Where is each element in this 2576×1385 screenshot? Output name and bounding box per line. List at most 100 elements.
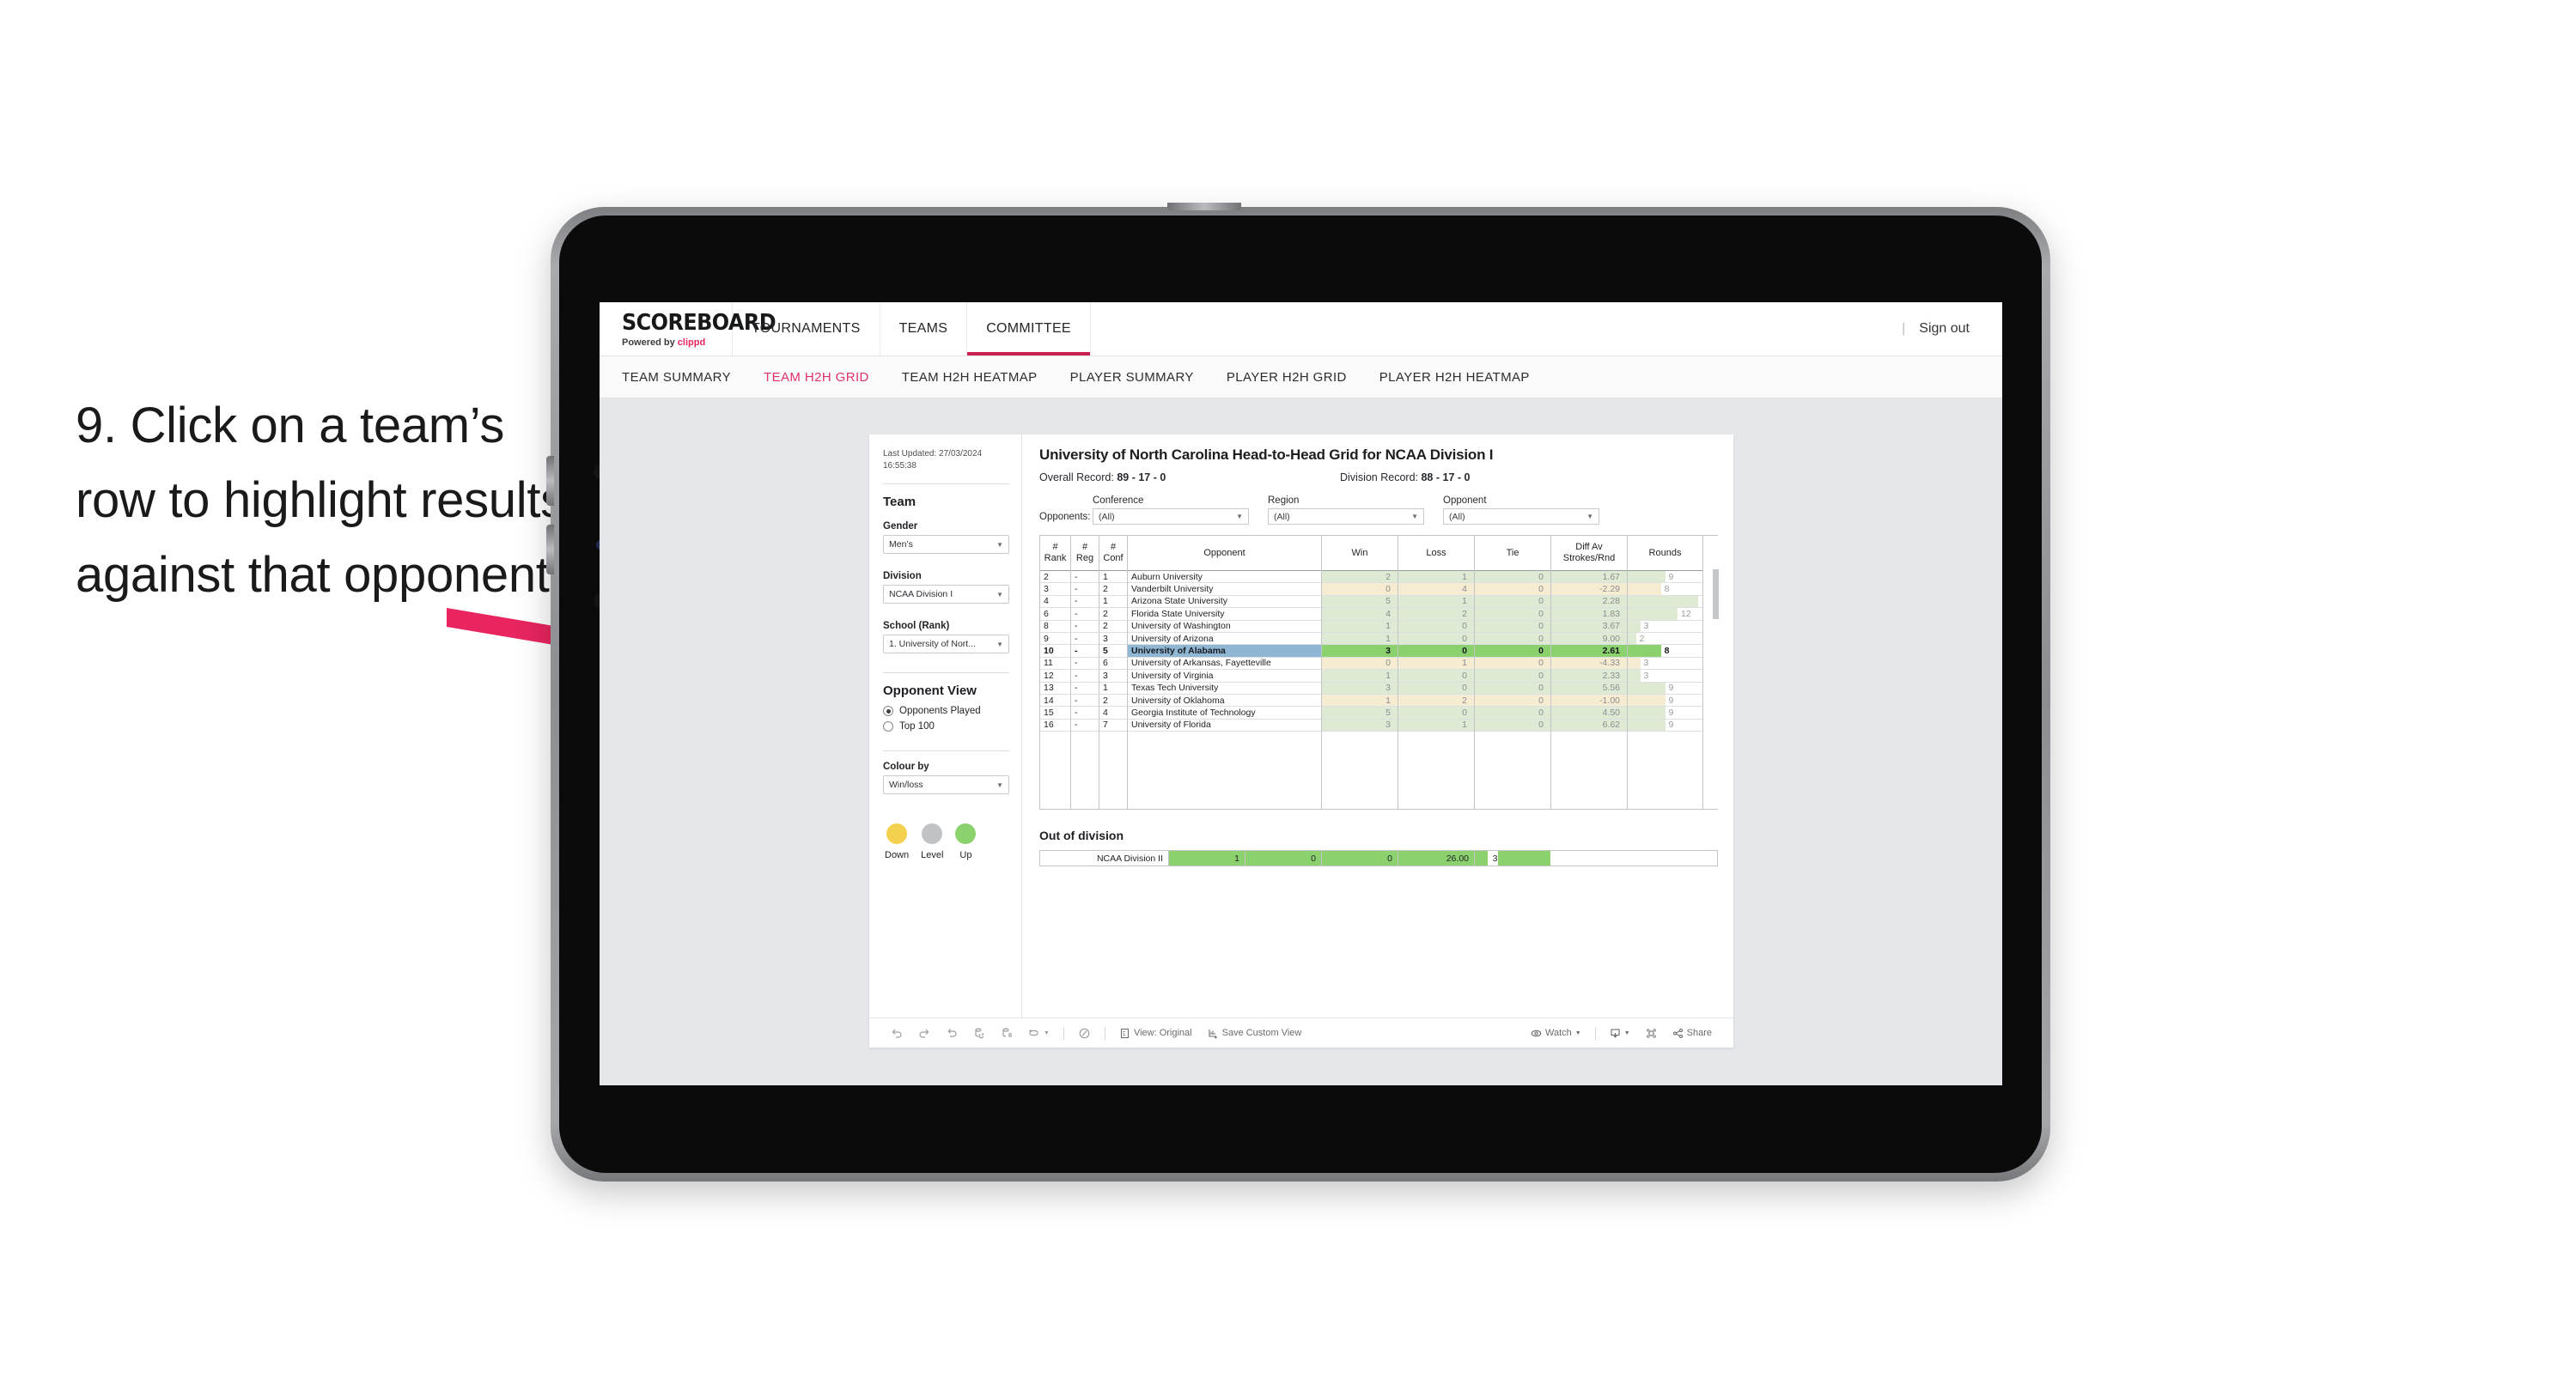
table-cell-tie[interactable]: 0 (1475, 707, 1550, 720)
table-cell-diff[interactable]: 1.67 (1551, 571, 1627, 584)
table-cell-rank[interactable]: 16 (1040, 720, 1070, 732)
table-cell-opponent[interactable]: Vanderbilt University (1128, 583, 1321, 596)
table-cell-conf[interactable]: 4 (1099, 707, 1127, 720)
power-button[interactable] (1167, 203, 1241, 210)
table-cell-reg[interactable]: - (1071, 695, 1099, 708)
table-cell-diff[interactable]: 2.61 (1551, 645, 1627, 658)
table-cell-rank[interactable]: 15 (1040, 707, 1070, 720)
table-cell-reg[interactable]: - (1071, 608, 1099, 621)
table-cell-diff[interactable]: 6.62 (1551, 719, 1627, 732)
table-cell-loss[interactable]: 0 (1398, 682, 1474, 695)
table-cell-rank[interactable]: 6 (1040, 608, 1070, 621)
table-cell-conf[interactable]: 1 (1099, 596, 1127, 609)
table-cell-reg[interactable]: - (1071, 670, 1099, 683)
table-cell-win[interactable]: 1 (1322, 632, 1398, 646)
table-cell-conf[interactable]: 5 (1099, 645, 1127, 658)
table-cell-tie[interactable]: 0 (1475, 620, 1550, 633)
table-cell-tie[interactable]: 0 (1475, 583, 1550, 596)
table-cell-conf[interactable]: 2 (1099, 608, 1127, 621)
radio-opponents-played[interactable]: Opponents Played (883, 706, 1009, 716)
subnav-team-summary[interactable]: TEAM SUMMARY (622, 370, 731, 385)
subnav-player-h2h-grid[interactable]: PLAYER H2H GRID (1227, 370, 1347, 385)
table-cell-conf[interactable]: 7 (1099, 720, 1127, 732)
table-cell-rounds[interactable]: 9 (1628, 719, 1702, 732)
table-cell-rounds[interactable]: 8 (1628, 645, 1702, 658)
table-cell-reg[interactable]: - (1071, 720, 1099, 732)
table-cell-rounds[interactable]: 9 (1628, 571, 1702, 584)
table-cell-win[interactable]: 5 (1322, 595, 1398, 609)
revert-button[interactable] (938, 1027, 965, 1039)
table-cell-loss[interactable]: 0 (1398, 632, 1474, 646)
brand-logo[interactable]: SCOREBOARD Powered by clippd (600, 302, 776, 355)
table-cell-tie[interactable]: 0 (1475, 682, 1550, 695)
table-cell-tie[interactable]: 0 (1475, 670, 1550, 683)
table-cell-win[interactable]: 4 (1322, 608, 1398, 621)
table-cell-loss[interactable]: 0 (1398, 707, 1474, 720)
signout-link[interactable]: Sign out (1919, 321, 1970, 337)
table-cell-diff[interactable]: 1.83 (1551, 608, 1627, 621)
table-cell-opponent[interactable]: Auburn University (1128, 571, 1321, 584)
table-cell-rounds[interactable]: 12 (1628, 608, 1702, 621)
table-cell-rank[interactable]: 11 (1040, 658, 1070, 671)
table-cell-rounds[interactable]: 3 (1628, 670, 1702, 683)
table-cell-diff[interactable]: 5.56 (1551, 682, 1627, 695)
table-cell-opponent[interactable]: University of Arkansas, Fayetteville (1128, 658, 1321, 671)
table-cell-conf[interactable]: 2 (1099, 621, 1127, 633)
table-cell-win[interactable]: 1 (1322, 620, 1398, 633)
volume-up-button[interactable] (546, 456, 554, 506)
table-cell-loss[interactable]: 0 (1398, 645, 1474, 658)
watch-dropdown[interactable]: Watch ▼ (1523, 1028, 1589, 1039)
table-cell-reg[interactable]: - (1071, 621, 1099, 633)
table-cell-win[interactable]: 5 (1322, 707, 1398, 720)
table-cell-loss[interactable]: 1 (1398, 571, 1474, 584)
fullscreen-button[interactable] (1638, 1028, 1665, 1039)
table-cell-tie[interactable]: 0 (1475, 608, 1550, 621)
table-cell-tie[interactable]: 0 (1475, 645, 1550, 658)
table-cell-rounds[interactable]: 2 (1628, 632, 1702, 646)
table-cell-reg[interactable]: - (1071, 571, 1099, 584)
undo-button[interactable] (883, 1027, 910, 1039)
region-filter-select[interactable]: (All) ▼ (1268, 508, 1424, 525)
table-cell-conf[interactable]: 1 (1099, 683, 1127, 695)
table-cell-reg[interactable]: - (1071, 707, 1099, 720)
volume-down-button[interactable] (546, 525, 554, 574)
table-cell-tie[interactable]: 0 (1475, 571, 1550, 584)
table-cell-diff[interactable]: 2.33 (1551, 670, 1627, 683)
table-cell-tie[interactable]: 0 (1475, 719, 1550, 732)
table-cell-tie[interactable]: 0 (1475, 657, 1550, 671)
table-cell-win[interactable]: 1 (1322, 670, 1398, 683)
opponent-filter-select[interactable]: (All) ▼ (1443, 508, 1599, 525)
colour-by-select[interactable]: Win/loss ▼ (883, 775, 1009, 794)
table-cell-opponent[interactable]: Florida State University (1128, 608, 1321, 621)
table-cell-rank[interactable]: 12 (1040, 670, 1070, 683)
table-cell-loss[interactable]: 0 (1398, 670, 1474, 683)
table-cell-loss[interactable]: 1 (1398, 595, 1474, 609)
table-cell-loss[interactable]: 1 (1398, 719, 1474, 732)
table-cell-rounds[interactable]: 3 (1628, 657, 1702, 671)
table-cell-diff[interactable]: -1.00 (1551, 694, 1627, 708)
conference-filter-select[interactable]: (All) ▼ (1093, 508, 1249, 525)
table-cell-loss[interactable]: 2 (1398, 694, 1474, 708)
subnav-team-h2h-heatmap[interactable]: TEAM H2H HEATMAP (902, 370, 1038, 385)
table-cell-win[interactable]: 3 (1322, 682, 1398, 695)
table-cell-opponent[interactable]: Texas Tech University (1128, 683, 1321, 695)
table-cell-loss[interactable]: 0 (1398, 620, 1474, 633)
topnav-tournaments[interactable]: TOURNAMENTS (733, 302, 880, 355)
table-cell-rank[interactable]: 9 (1040, 633, 1070, 646)
table-cell-opponent[interactable]: University of Florida (1128, 720, 1321, 732)
pause-auto-updates-icon[interactable] (1070, 1027, 1099, 1040)
subnav-player-h2h-heatmap[interactable]: PLAYER H2H HEATMAP (1379, 370, 1530, 385)
topnav-teams[interactable]: TEAMS (880, 302, 968, 355)
table-cell-loss[interactable]: 1 (1398, 657, 1474, 671)
subnav-player-summary[interactable]: PLAYER SUMMARY (1070, 370, 1194, 385)
table-cell-rank[interactable]: 14 (1040, 695, 1070, 708)
view-original-button[interactable]: View: Original (1111, 1028, 1200, 1039)
table-cell-diff[interactable]: 4.50 (1551, 707, 1627, 720)
table-cell-conf[interactable]: 2 (1099, 695, 1127, 708)
table-cell-win[interactable]: 0 (1322, 657, 1398, 671)
table-cell-win[interactable]: 1 (1322, 694, 1398, 708)
table-cell-reg[interactable]: - (1071, 633, 1099, 646)
table-cell-conf[interactable]: 1 (1099, 571, 1127, 584)
table-cell-opponent[interactable]: University of Oklahoma (1128, 695, 1321, 708)
table-cell-rounds[interactable]: 17 (1628, 595, 1702, 609)
